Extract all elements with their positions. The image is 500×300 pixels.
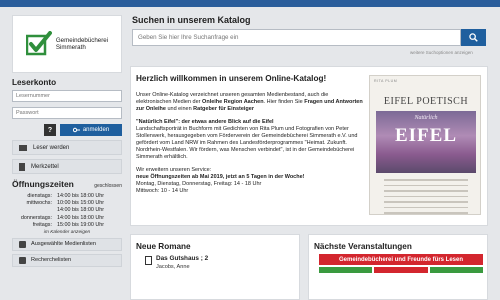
hours-header: Öffnungszeiten geschlossen [12, 179, 122, 189]
media-lists-button[interactable]: Ausgewählte Medienlisten [12, 237, 122, 251]
hours-day: donnerstags: [20, 214, 52, 221]
novel-author: Jacobs, Anne [156, 264, 190, 270]
search-input[interactable] [132, 29, 461, 46]
novel-title-link[interactable]: Das Gutshaus ; 2 [156, 255, 208, 262]
logo-line1: Gemeindebücherei [55, 37, 109, 44]
hours-day: mittwochs: [26, 200, 52, 207]
hours-time: 14:00 bis 18:00 Uhr [57, 214, 105, 221]
hours-time: 10:00 bis 15:00 Uhr [57, 200, 105, 207]
hours-time: 14:00 bis 18:00 Uhr [57, 192, 105, 199]
key-icon [72, 127, 80, 133]
research-lists-button[interactable]: Recherchelisten [12, 253, 122, 267]
hours-row: dienstags: 14:00 bis 18:00 Uhr [12, 192, 122, 199]
hours-row: donnerstags: 14:00 bis 18:00 Uhr [12, 214, 122, 221]
more-search-options-link[interactable]: weitere Suchoptionen anzeigen [410, 50, 473, 55]
hours-day [12, 207, 57, 214]
events-panel: Nächste Veranstaltungen Gemeindebücherei… [308, 234, 488, 300]
hours-news: Wir erweitern unseren Service: neue Öffnu… [136, 167, 364, 195]
login-button[interactable]: anmelden [60, 124, 122, 136]
hours-table: dienstags: 14:00 bis 18:00 Uhr mittwochs:… [12, 192, 122, 229]
intro-text: . Hier finden Sie [263, 99, 305, 105]
hours-news-line: Montag, Dienstag, Donnerstag, Freitag: 1… [136, 181, 262, 187]
hours-row: 14:00 bis 18:00 Uhr [12, 207, 122, 214]
search-title: Suchen in unserem Katalog [132, 15, 251, 25]
become-reader-label: Leser werden [33, 144, 70, 151]
hours-news-line: Mittwoch: 10 - 14 Uhr [136, 188, 189, 194]
guide-link[interactable]: Ratgeber für Einsteiger [193, 106, 254, 112]
welcome-title: Herzlich willkommen in unserem Online-Ka… [136, 74, 327, 83]
hours-day: freitags: [32, 222, 52, 229]
list-icon [19, 240, 26, 248]
book-news-text: Landschaftsporträt in Buchform mit Gedic… [136, 126, 358, 160]
password-field[interactable] [12, 107, 122, 119]
book-cover-small: Natürlich [414, 115, 438, 121]
search-button[interactable] [461, 29, 486, 46]
book-cover-text-lines [384, 179, 468, 218]
book-cover-big: EIFEL [394, 125, 458, 146]
research-lists-label: Recherchelisten [31, 257, 72, 264]
hours-day: dienstags: [27, 192, 52, 199]
events-title: Nächste Veranstaltungen [314, 242, 412, 251]
hours-news-headline: neue Öffnungszeiten ab Mai 2019, jetzt a… [136, 174, 305, 180]
calendar-link[interactable]: im Kalender anzeigen [12, 230, 122, 235]
media-lists-label: Ausgewählte Medienlisten [31, 241, 96, 248]
book-news: "Natürlich Eifel": der etwas andere Blic… [136, 119, 364, 161]
search-row [132, 29, 486, 46]
onleihe-link[interactable]: Onleihe Region Aachen [202, 99, 264, 105]
notepad-button[interactable]: Merkzettel [12, 159, 122, 174]
list-icon [19, 256, 26, 264]
login-row: ? anmelden [12, 124, 122, 136]
logo-line2: Simmerath [55, 44, 86, 51]
search-icon [469, 33, 478, 42]
become-reader-button[interactable]: Leser werden [12, 140, 122, 155]
welcome-panel: Herzlich willkommen in unserem Online-Ka… [130, 66, 488, 226]
events-banner[interactable]: Gemeindebücherei und Freunde fürs Lesen [319, 254, 483, 265]
account-title: Leserkonto [12, 78, 57, 87]
book-cover-photo: Natürlich EIFEL [376, 111, 476, 173]
book-author: RITA PLUM [374, 79, 398, 83]
catalog-search: Suchen in unserem Katalog weitere Suchop… [130, 15, 488, 59]
reader-number-field[interactable] [12, 90, 122, 102]
intro-text: und einen [165, 106, 194, 112]
sidebar: Leserkonto ? anmelden Leser werden Merkz… [12, 78, 122, 267]
checkmark-logo-icon [25, 31, 52, 56]
new-novels-panel: Neue Romane Das Gutshaus ; 2 Jacobs, Ann… [130, 234, 300, 300]
hours-row: freitags: 15:00 bis 19:00 Uhr [12, 222, 122, 229]
help-button[interactable]: ? [44, 124, 56, 136]
login-label: anmelden [82, 127, 110, 133]
book-cover-image[interactable]: RITA PLUM EIFEL POETISCH Natürlich EIFEL [369, 75, 481, 215]
bookmark-icon [19, 162, 25, 171]
book-news-title: "Natürlich Eifel": der etwas andere Blic… [136, 119, 274, 125]
new-novels-title: Neue Romane [136, 242, 191, 251]
book-cover-title: EIFEL POETISCH [383, 96, 469, 107]
welcome-text: Unser Online-Katalog verzeichnet unseren… [136, 92, 364, 201]
library-logo[interactable]: Gemeindebücherei Simmerath [12, 15, 122, 73]
hours-time: 15:00 bis 19:00 Uhr [57, 222, 105, 229]
events-banner-stripes [319, 267, 483, 273]
top-bar [0, 0, 500, 7]
notepad-label: Merkzettel [31, 163, 59, 170]
book-icon [145, 256, 152, 265]
hours-title: Öffnungszeiten [12, 179, 74, 189]
hours-time: 14:00 bis 18:00 Uhr [57, 207, 105, 214]
welcome-intro: Unser Online-Katalog verzeichnet unseren… [136, 92, 364, 113]
logo-text: Gemeindebücherei Simmerath [56, 37, 108, 51]
id-card-icon [19, 144, 27, 151]
hours-status: geschlossen [94, 183, 122, 189]
hours-row: mittwochs: 10:00 bis 15:00 Uhr [12, 199, 122, 206]
hours-news-intro: Wir erweitern unseren Service: [136, 167, 212, 173]
